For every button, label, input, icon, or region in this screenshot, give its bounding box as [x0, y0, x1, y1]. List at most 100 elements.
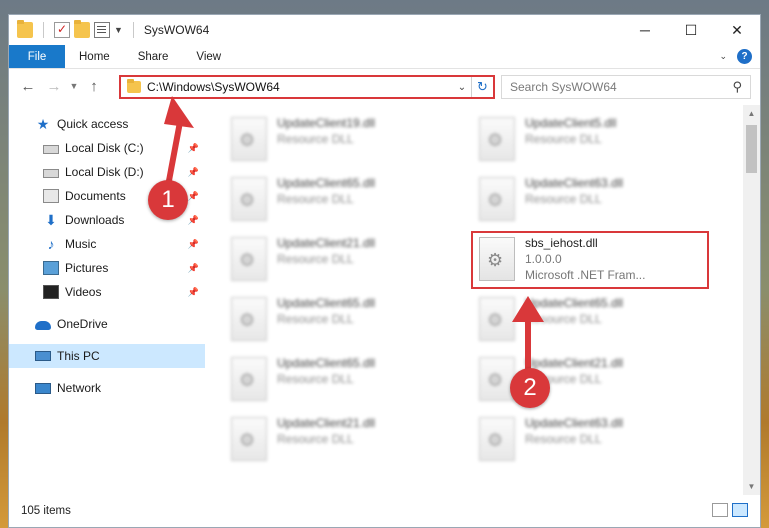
new-folder-icon[interactable]	[74, 20, 90, 38]
file-item[interactable]: UpdateClient65.dll Resource DLL	[225, 353, 455, 405]
sidebar-item-pictures[interactable]: Pictures 📌	[9, 256, 205, 280]
sidebar-item-label: Local Disk (C:)	[65, 141, 144, 155]
refresh-icon[interactable]: ↻	[471, 77, 493, 97]
view-buttons	[712, 503, 748, 517]
file-item[interactable]: UpdateClient19.dll Resource DLL	[225, 113, 455, 165]
dll-file-icon	[231, 237, 267, 281]
help-icon[interactable]: ?	[737, 49, 752, 64]
ribbon-tabs: File Home Share View ⌄ ?	[9, 45, 760, 69]
pin-icon[interactable]: 📌	[188, 239, 199, 250]
file-item[interactable]: UpdateClient21.dll Resource DLL	[225, 233, 455, 285]
dll-file-icon	[479, 117, 515, 161]
close-button[interactable]: ✕	[714, 15, 760, 45]
toolbar-divider	[132, 22, 134, 38]
sidebar-item-this-pc[interactable]: This PC	[9, 344, 205, 368]
tab-share[interactable]: Share	[124, 45, 183, 68]
sidebar-item-quick-access[interactable]: ★ Quick access	[9, 112, 205, 136]
file-description: Resource DLL	[277, 312, 354, 326]
file-description: Resource DLL	[525, 132, 602, 146]
pin-icon[interactable]: 📌	[188, 167, 199, 178]
forward-button[interactable]: →	[41, 78, 67, 95]
file-name: UpdateClient65.dll	[277, 176, 376, 190]
window-title: SysWOW64	[143, 23, 210, 37]
file-item[interactable]: UpdateClient65.dll Resource DLL	[473, 293, 703, 345]
search-icon[interactable]: ⚲	[732, 79, 742, 95]
sidebar-item-onedrive[interactable]: OneDrive	[9, 312, 205, 336]
pin-icon[interactable]: 📌	[188, 143, 199, 154]
pin-icon[interactable]: 📌	[188, 191, 199, 202]
file-item[interactable]: UpdateClient5.dll Resource DLL	[473, 113, 703, 165]
ribbon-right: ⌄ ?	[719, 49, 752, 64]
properties-icon[interactable]	[94, 22, 110, 38]
navigation-pane: ★ Quick access Local Disk (C:) 📌 Local D…	[9, 105, 205, 495]
search-input[interactable]: Search SysWOW64 ⚲	[501, 75, 751, 99]
tab-home[interactable]: Home	[65, 45, 124, 68]
dll-file-icon	[231, 357, 267, 401]
folder-icon[interactable]	[17, 20, 33, 38]
dll-file-icon	[479, 297, 515, 341]
sidebar-item-label: OneDrive	[57, 317, 108, 331]
vertical-scrollbar[interactable]: ▲ ▼	[743, 105, 760, 495]
file-name: UpdateClient5.dll	[525, 116, 617, 130]
scroll-up-icon[interactable]: ▲	[743, 109, 760, 118]
explorer-window: ✓ ▼ SysWOW64 ─ ☐ ✕ File Home Share View …	[8, 14, 761, 528]
file-description: Resource DLL	[277, 432, 354, 446]
file-item[interactable]: UpdateClient21.dll Resource DLL	[225, 413, 455, 465]
file-description: Resource DLL	[525, 372, 602, 386]
sidebar-item-music[interactable]: ♪ Music 📌	[9, 232, 205, 256]
file-list: UpdateClient19.dll Resource DLL UpdateCli…	[205, 105, 760, 495]
tab-view[interactable]: View	[182, 45, 235, 68]
sidebar-item-local-disk-c[interactable]: Local Disk (C:) 📌	[9, 136, 205, 160]
back-button[interactable]: ←	[15, 78, 41, 95]
sidebar-item-local-disk-d[interactable]: Local Disk (D:) 📌	[9, 160, 205, 184]
pin-icon[interactable]: 📌	[188, 287, 199, 298]
sidebar-item-label: Quick access	[57, 117, 129, 131]
title-bar: ✓ ▼ SysWOW64 ─ ☐ ✕	[9, 15, 760, 45]
file-description: Resource DLL	[277, 132, 354, 146]
expand-ribbon-icon[interactable]: ⌄	[719, 51, 727, 62]
cloud-icon	[35, 321, 51, 330]
dll-file-icon	[231, 177, 267, 221]
download-icon: ⬇	[45, 212, 57, 228]
file-name: UpdateClient21.dll	[277, 236, 376, 250]
sidebar-item-videos[interactable]: Videos 📌	[9, 280, 205, 304]
file-name: UpdateClient65.dll	[277, 296, 376, 310]
minimize-button[interactable]: ─	[622, 15, 668, 45]
maximize-button[interactable]: ☐	[668, 15, 714, 45]
sidebar-item-documents[interactable]: Documents 📌	[9, 184, 205, 208]
tiles-view-icon[interactable]	[732, 503, 748, 517]
scrollbar-thumb[interactable]	[746, 125, 757, 173]
file-item[interactable]: UpdateClient21.dll Resource DLL	[473, 353, 703, 405]
scroll-down-icon[interactable]: ▼	[743, 482, 760, 491]
address-path[interactable]: C:\Windows\SysWOW64	[147, 80, 453, 94]
recent-locations-button[interactable]: ▼	[67, 81, 81, 91]
file-item[interactable]: UpdateClient65.dll Resource DLL	[225, 173, 455, 225]
file-name: UpdateClient63.dll	[525, 176, 624, 190]
folder-icon	[127, 79, 141, 93]
sidebar-item-label: This PC	[57, 349, 100, 363]
file-item[interactable]: UpdateClient63.dll Resource DLL	[473, 173, 703, 225]
details-view-icon[interactable]	[712, 503, 728, 517]
sidebar-item-downloads[interactable]: ⬇ Downloads 📌	[9, 208, 205, 232]
chevron-down-icon[interactable]: ⌄	[453, 82, 471, 93]
address-bar[interactable]: C:\Windows\SysWOW64 ⌄ ↻	[119, 75, 495, 99]
dll-file-icon	[231, 117, 267, 161]
file-name: UpdateClient21.dll	[525, 356, 624, 370]
up-button[interactable]: ↑	[81, 78, 107, 95]
sidebar-item-label: Pictures	[65, 261, 109, 275]
file-item[interactable]: UpdateClient63.dll Resource DLL	[473, 413, 703, 465]
file-name: UpdateClient63.dll	[525, 416, 624, 430]
drive-icon	[43, 169, 59, 178]
sidebar-item-network[interactable]: Network	[9, 376, 205, 400]
chevron-down-icon[interactable]: ▼	[114, 25, 123, 35]
file-item[interactable]: UpdateClient65.dll Resource DLL	[225, 293, 455, 345]
checklist-icon[interactable]: ✓	[54, 22, 70, 38]
sidebar-item-label: Videos	[65, 285, 102, 299]
pin-icon[interactable]: 📌	[188, 263, 199, 274]
pin-icon[interactable]: 📌	[188, 215, 199, 226]
file-description: Resource DLL	[277, 252, 354, 266]
quick-access-toolbar: ✓ ▼ SysWOW64	[9, 20, 210, 38]
file-description: Resource DLL	[277, 372, 354, 386]
dll-file-icon	[231, 417, 267, 461]
tab-file[interactable]: File	[9, 45, 65, 68]
